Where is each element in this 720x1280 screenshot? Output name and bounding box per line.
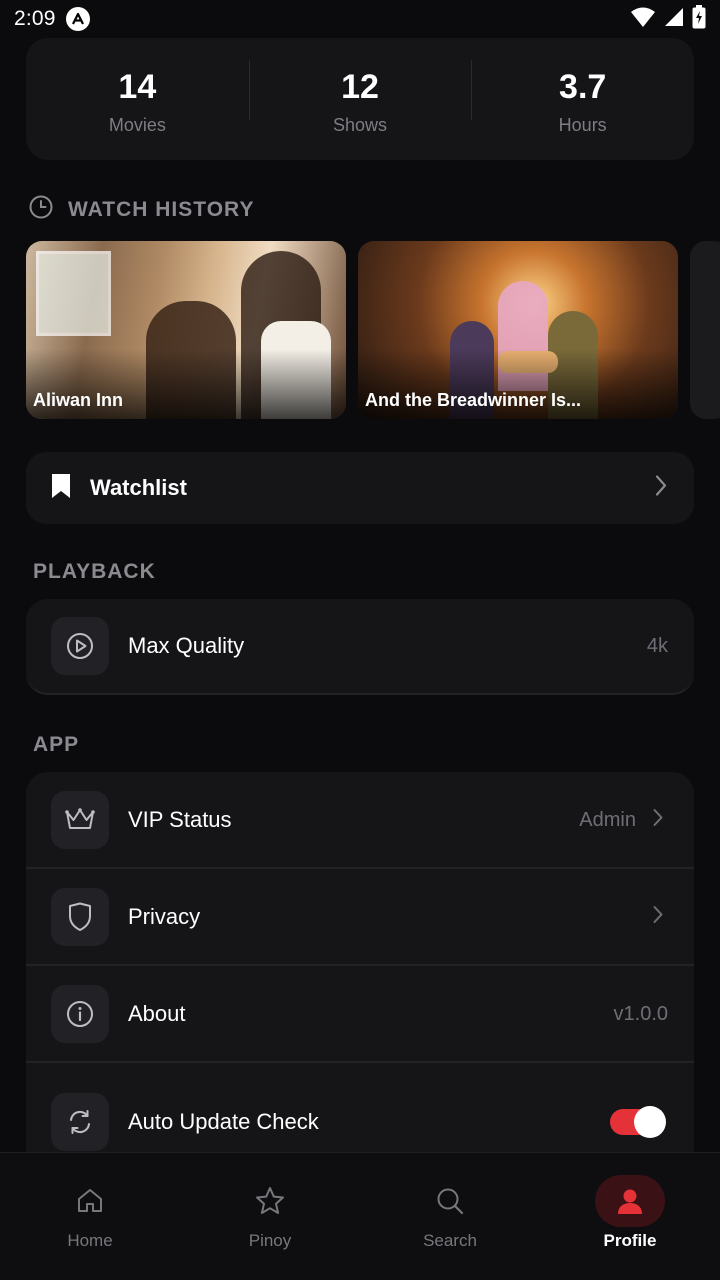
person-icon <box>595 1175 665 1227</box>
nav-profile[interactable]: Profile <box>540 1153 720 1280</box>
watch-history-list: Aliwan Inn And the Breadwinner Is... <box>26 241 720 419</box>
info-icon <box>51 985 109 1043</box>
bottom-navigation: Home Pinoy Search Profile <box>0 1152 720 1280</box>
chevron-right-icon <box>652 905 664 930</box>
vip-status-value: Admin <box>579 808 636 831</box>
stat-movies-label: Movies <box>108 115 166 135</box>
profile-content: 14 Movies 12 Shows 3.7 Hours WATCH HISTO… <box>0 0 720 1152</box>
vip-status-label: VIP Status <box>128 807 232 832</box>
stat-shows: 12 Shows <box>248 60 472 136</box>
stat-shows-label: Shows <box>332 115 388 135</box>
signal-icon <box>664 7 684 32</box>
playback-heading: PLAYBACK <box>33 560 156 583</box>
app-heading: APP <box>33 733 80 756</box>
stat-hours-value: 3.7 <box>559 68 607 106</box>
stats-card: 14 Movies 12 Shows 3.7 Hours <box>26 38 694 160</box>
auto-update-toggle[interactable] <box>610 1106 666 1138</box>
shield-icon <box>51 888 109 946</box>
history-card-breadwinner[interactable]: And the Breadwinner Is... <box>358 241 678 419</box>
watchlist-button[interactable]: Watchlist <box>26 452 694 524</box>
privacy-label: Privacy <box>128 904 201 929</box>
max-quality-value: 4k <box>646 634 668 657</box>
history-card-title: And the Breadwinner Is... <box>365 390 582 410</box>
nav-search[interactable]: Search <box>360 1153 540 1280</box>
nav-pinoy[interactable]: Pinoy <box>180 1153 360 1280</box>
stat-movies-value: 14 <box>118 68 157 106</box>
status-bar: 2:09 <box>0 0 720 38</box>
about-row[interactable]: About v1.0.0 <box>26 966 694 1062</box>
history-card-partial[interactable] <box>690 241 720 419</box>
vip-status-row[interactable]: VIP Status Admin <box>26 772 694 868</box>
auto-update-row[interactable]: Auto Update Check <box>26 1063 694 1152</box>
stat-shows-value: 12 <box>341 68 379 106</box>
play-circle-icon <box>51 617 109 675</box>
privacy-row[interactable]: Privacy <box>26 869 694 965</box>
watch-history-heading: WATCH HISTORY <box>28 194 254 226</box>
history-card-aliwan-inn[interactable]: Aliwan Inn <box>26 241 346 419</box>
refresh-icon <box>51 1093 109 1151</box>
history-card-title: Aliwan Inn <box>33 390 123 410</box>
chevron-right-icon <box>654 474 668 503</box>
watch-history-label: WATCH HISTORY <box>68 198 255 221</box>
home-icon <box>55 1175 125 1227</box>
nav-search-label: Search <box>423 1231 477 1250</box>
chevron-right-icon <box>652 808 664 833</box>
nav-profile-label: Profile <box>603 1231 657 1250</box>
stat-movies: 14 Movies <box>26 62 249 136</box>
stat-hours: 3.7 Hours <box>471 60 694 136</box>
bookmark-icon <box>50 473 72 504</box>
max-quality-label: Max Quality <box>128 633 245 658</box>
toggle-knob <box>634 1106 666 1138</box>
stat-hours-label: Hours <box>558 115 607 135</box>
watchlist-label: Watchlist <box>90 475 187 500</box>
clock-icon <box>28 194 54 226</box>
about-label: About <box>128 1001 186 1026</box>
crown-icon <box>51 791 109 849</box>
battery-icon <box>692 4 706 34</box>
status-time: 2:09 <box>14 7 56 30</box>
wifi-icon <box>630 6 656 33</box>
max-quality-row[interactable]: Max Quality 4k <box>26 599 694 695</box>
about-version: v1.0.0 <box>613 1002 668 1025</box>
star-icon <box>235 1175 305 1227</box>
app-notification-icon <box>65 7 90 31</box>
nav-home-label: Home <box>67 1231 113 1250</box>
nav-pinoy-label: Pinoy <box>248 1231 292 1250</box>
search-icon <box>415 1175 485 1227</box>
nav-home[interactable]: Home <box>0 1153 180 1280</box>
auto-update-label: Auto Update Check <box>128 1109 319 1134</box>
